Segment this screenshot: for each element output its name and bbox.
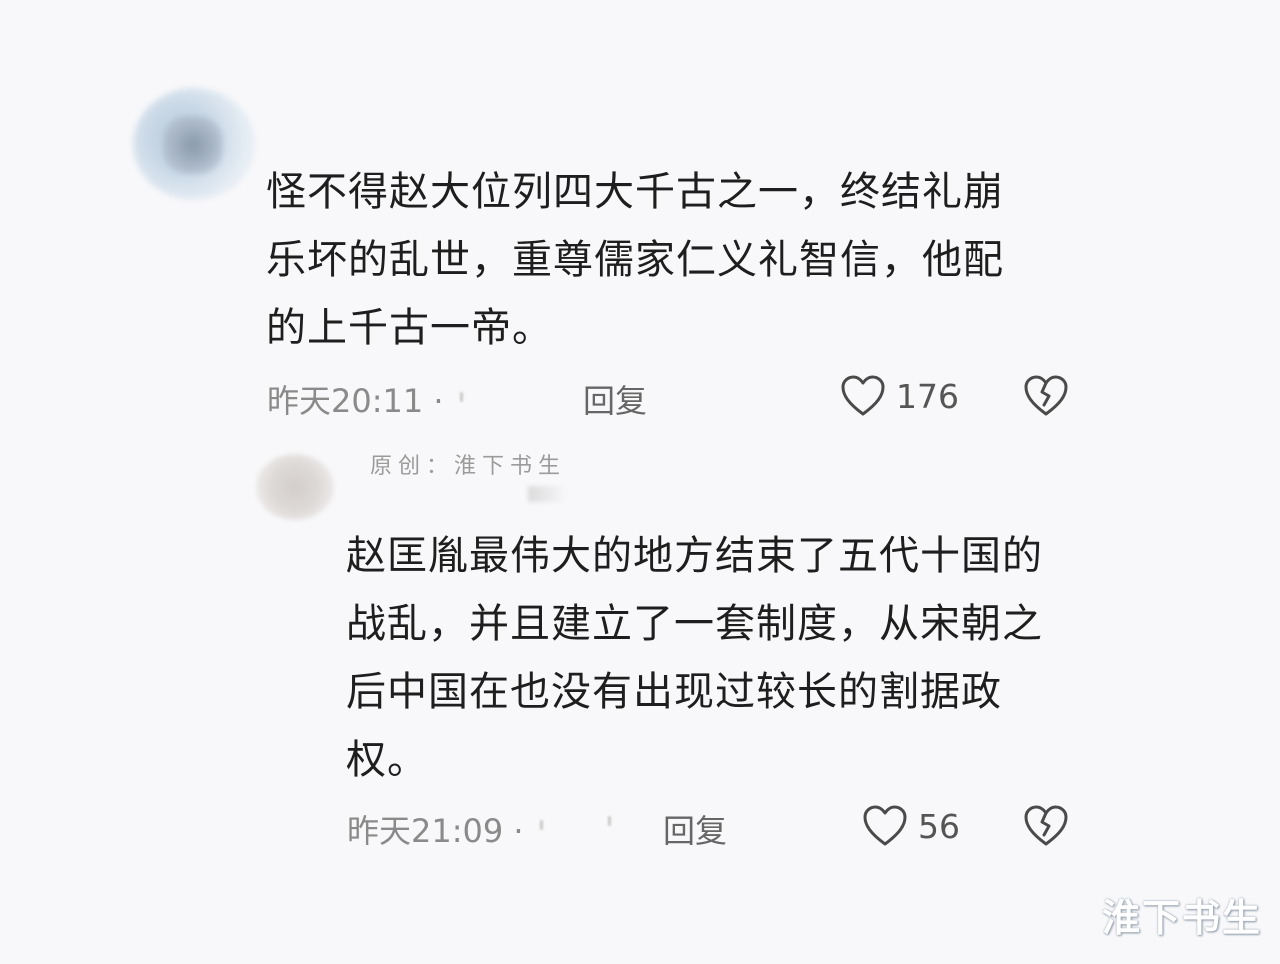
blurred-location (540, 820, 543, 830)
blurred-username (528, 486, 566, 502)
blurred-location (608, 816, 611, 826)
broken-heart-icon (1024, 375, 1068, 416)
comment-text: 怪不得赵大位列四大千古之一，终结礼崩 乐坏的乱世，重尊儒家仁义礼智信，他配 的上… (266, 169, 1004, 351)
dislike-button[interactable] (1023, 804, 1069, 852)
reply-button[interactable]: 回复 (583, 376, 647, 422)
comment-timestamp: 昨天21:09 · (347, 812, 524, 850)
like-count: 56 (918, 806, 960, 846)
like-count: 176 (896, 376, 959, 416)
like-button[interactable]: 56 (862, 804, 960, 848)
username-overlay: 原创：淮下书生 (370, 454, 567, 479)
dislike-button[interactable] (1023, 374, 1069, 422)
blurred-location (460, 392, 463, 402)
watermark: 淮下书生 (1101, 896, 1262, 940)
reply-button[interactable]: 回复 (663, 806, 727, 852)
heart-outline-icon (863, 805, 907, 846)
comment-text: 赵匡胤最伟大的地方结束了五代十国的 战乱，并且建立了一套制度，从宋朝之 后中国在… (346, 533, 1043, 783)
comment-timestamp: 昨天20:11 · (267, 382, 444, 420)
avatar[interactable] (256, 454, 334, 520)
broken-heart-icon (1024, 805, 1068, 846)
like-button[interactable]: 176 (840, 374, 959, 418)
avatar[interactable] (133, 88, 255, 200)
heart-outline-icon (841, 375, 885, 416)
avatar-image-blurred (163, 116, 223, 174)
